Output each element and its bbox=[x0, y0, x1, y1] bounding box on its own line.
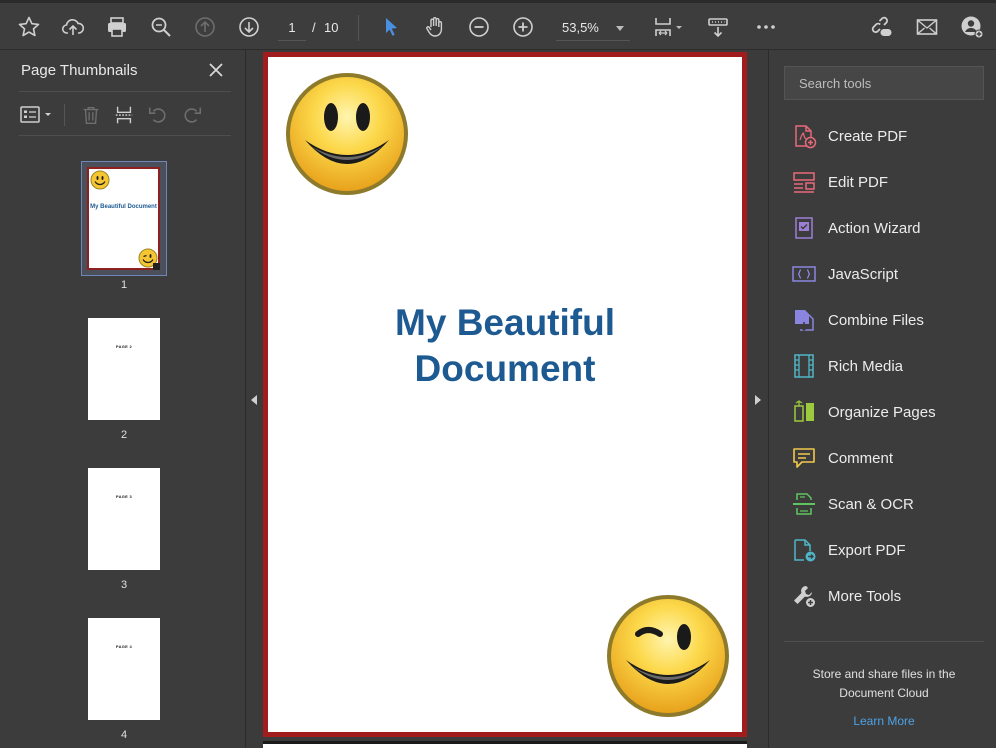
thumbnail-number: 3 bbox=[120, 579, 128, 591]
document-page[interactable]: My Beautiful Document bbox=[263, 52, 747, 737]
page-up-icon[interactable] bbox=[191, 13, 219, 41]
scan-ocr-icon bbox=[791, 491, 817, 517]
tools-panel: Create PDF Edit PDF Action Wizard JavaSc… bbox=[768, 50, 996, 748]
resize-handle[interactable] bbox=[153, 263, 160, 270]
title-line-1: My Beautiful bbox=[395, 302, 615, 343]
promo-line-2: Document Cloud bbox=[839, 686, 929, 700]
print-icon[interactable] bbox=[103, 13, 131, 41]
tool-label: Scan & OCR bbox=[828, 495, 914, 513]
tool-comment[interactable]: Comment bbox=[791, 442, 991, 474]
next-page-edge bbox=[263, 741, 747, 748]
fit-page-icon[interactable] bbox=[648, 13, 686, 41]
mail-icon[interactable] bbox=[913, 13, 941, 41]
smiley-icon bbox=[286, 73, 408, 195]
page-total: 10 bbox=[324, 20, 339, 35]
account-icon[interactable] bbox=[958, 13, 986, 41]
tool-label: Action Wizard bbox=[828, 219, 921, 237]
scroll-mode-icon[interactable] bbox=[704, 13, 732, 41]
thumbnail-label: PAGE 3 bbox=[115, 494, 133, 499]
zoom-in-icon[interactable] bbox=[509, 13, 537, 41]
thumbnail-toolbar bbox=[19, 100, 231, 130]
tool-javascript[interactable]: JavaScript bbox=[791, 258, 991, 290]
comment-icon bbox=[791, 445, 817, 471]
thumbnail-page-3[interactable]: PAGE 3 bbox=[88, 468, 160, 570]
panel-title: Page Thumbnails bbox=[21, 62, 138, 79]
tool-label: JavaScript bbox=[828, 265, 899, 283]
page-down-icon[interactable] bbox=[235, 13, 263, 41]
thumbnail-page-4[interactable]: PAGE 4 bbox=[88, 618, 160, 720]
thumbnails-panel: Page Thumbnails My Beautiful Document 1 … bbox=[0, 50, 246, 748]
magnify-icon[interactable] bbox=[147, 13, 175, 41]
thumbnail-page-2[interactable]: PAGE 2 bbox=[88, 318, 160, 420]
thumbnail-number: 4 bbox=[120, 729, 128, 741]
tool-rich-media[interactable]: Rich Media bbox=[791, 350, 991, 382]
combine-files-icon bbox=[791, 307, 817, 333]
hand-icon[interactable] bbox=[421, 13, 449, 41]
panel-divider bbox=[784, 641, 984, 642]
promo-line-1: Store and share files in the bbox=[812, 667, 956, 681]
create-pdf-icon bbox=[791, 123, 817, 149]
export-pdf-icon bbox=[791, 537, 817, 563]
more-tools-icon bbox=[791, 583, 817, 609]
panel-divider bbox=[19, 135, 231, 136]
tool-label: Edit PDF bbox=[828, 173, 889, 191]
tool-label: Create PDF bbox=[828, 127, 908, 145]
thumbnail-label: PAGE 4 bbox=[115, 644, 133, 649]
thumbnail-number: 1 bbox=[120, 279, 128, 291]
more-icon[interactable] bbox=[752, 13, 780, 41]
organize-pages-icon bbox=[791, 399, 817, 425]
tool-action-wizard[interactable]: Action Wizard bbox=[791, 212, 991, 244]
collapse-left-panel-icon[interactable] bbox=[251, 395, 257, 405]
select-arrow-icon[interactable] bbox=[377, 13, 405, 41]
tool-label: Rich Media bbox=[828, 357, 904, 375]
cloud-upload-icon[interactable] bbox=[59, 13, 87, 41]
tool-more-tools[interactable]: More Tools bbox=[791, 580, 991, 612]
insert-page-icon[interactable] bbox=[111, 102, 137, 128]
tool-scan-ocr[interactable]: Scan & OCR bbox=[791, 488, 991, 520]
tool-label: Organize Pages bbox=[828, 403, 936, 421]
thumbnail-page-1[interactable]: My Beautiful Document bbox=[87, 167, 160, 270]
zoom-out-icon[interactable] bbox=[465, 13, 493, 41]
search-tools-input[interactable] bbox=[784, 66, 984, 100]
tool-combine-files[interactable]: Combine Files bbox=[791, 304, 991, 336]
javascript-icon bbox=[791, 261, 817, 287]
tool-label: More Tools bbox=[828, 587, 902, 605]
tool-label: Comment bbox=[828, 449, 894, 467]
tool-edit-pdf[interactable]: Edit PDF bbox=[791, 166, 991, 198]
smiley-icon bbox=[90, 170, 110, 190]
document-title: My Beautiful Document bbox=[268, 300, 742, 392]
tool-label: Combine Files bbox=[828, 311, 924, 329]
thumbnail-options-icon[interactable] bbox=[19, 102, 55, 128]
edit-pdf-icon bbox=[791, 169, 817, 195]
thumbnail-number: 2 bbox=[120, 429, 128, 441]
star-icon[interactable] bbox=[15, 13, 43, 41]
tool-export-pdf[interactable]: Export PDF bbox=[791, 534, 991, 566]
document-cloud-promo: Store and share files in the Document Cl… bbox=[784, 665, 984, 703]
thumbnail-label: PAGE 2 bbox=[115, 344, 133, 349]
tool-label: Export PDF bbox=[828, 541, 906, 559]
rotate-left-icon[interactable] bbox=[145, 102, 171, 128]
toolbar-divider bbox=[64, 104, 65, 126]
thumbnail-title: My Beautiful Document bbox=[90, 204, 157, 210]
collapse-right-panel-icon[interactable] bbox=[755, 395, 761, 405]
zoom-value: 53,5% bbox=[562, 20, 599, 35]
tool-organize-pages[interactable]: Organize Pages bbox=[791, 396, 991, 428]
rich-media-icon bbox=[791, 353, 817, 379]
close-icon[interactable] bbox=[206, 60, 226, 80]
trash-icon[interactable] bbox=[78, 102, 104, 128]
tool-create-pdf[interactable]: Create PDF bbox=[791, 120, 991, 152]
main-toolbar: 1 / 10 53,5% bbox=[0, 0, 996, 50]
toolbar-divider bbox=[358, 15, 359, 41]
page-number-input[interactable]: 1 bbox=[278, 15, 306, 41]
learn-more-link[interactable]: Learn More bbox=[784, 714, 984, 728]
zoom-dropdown[interactable]: 53,5% bbox=[556, 15, 630, 41]
panel-divider bbox=[19, 91, 231, 92]
action-wizard-icon bbox=[791, 215, 817, 241]
share-link-icon[interactable] bbox=[868, 13, 896, 41]
rotate-right-icon[interactable] bbox=[179, 102, 205, 128]
wink-smiley-icon bbox=[607, 595, 729, 717]
chevron-down-icon bbox=[616, 26, 624, 31]
page-separator: / bbox=[312, 20, 316, 35]
title-line-2: Document bbox=[414, 348, 596, 389]
